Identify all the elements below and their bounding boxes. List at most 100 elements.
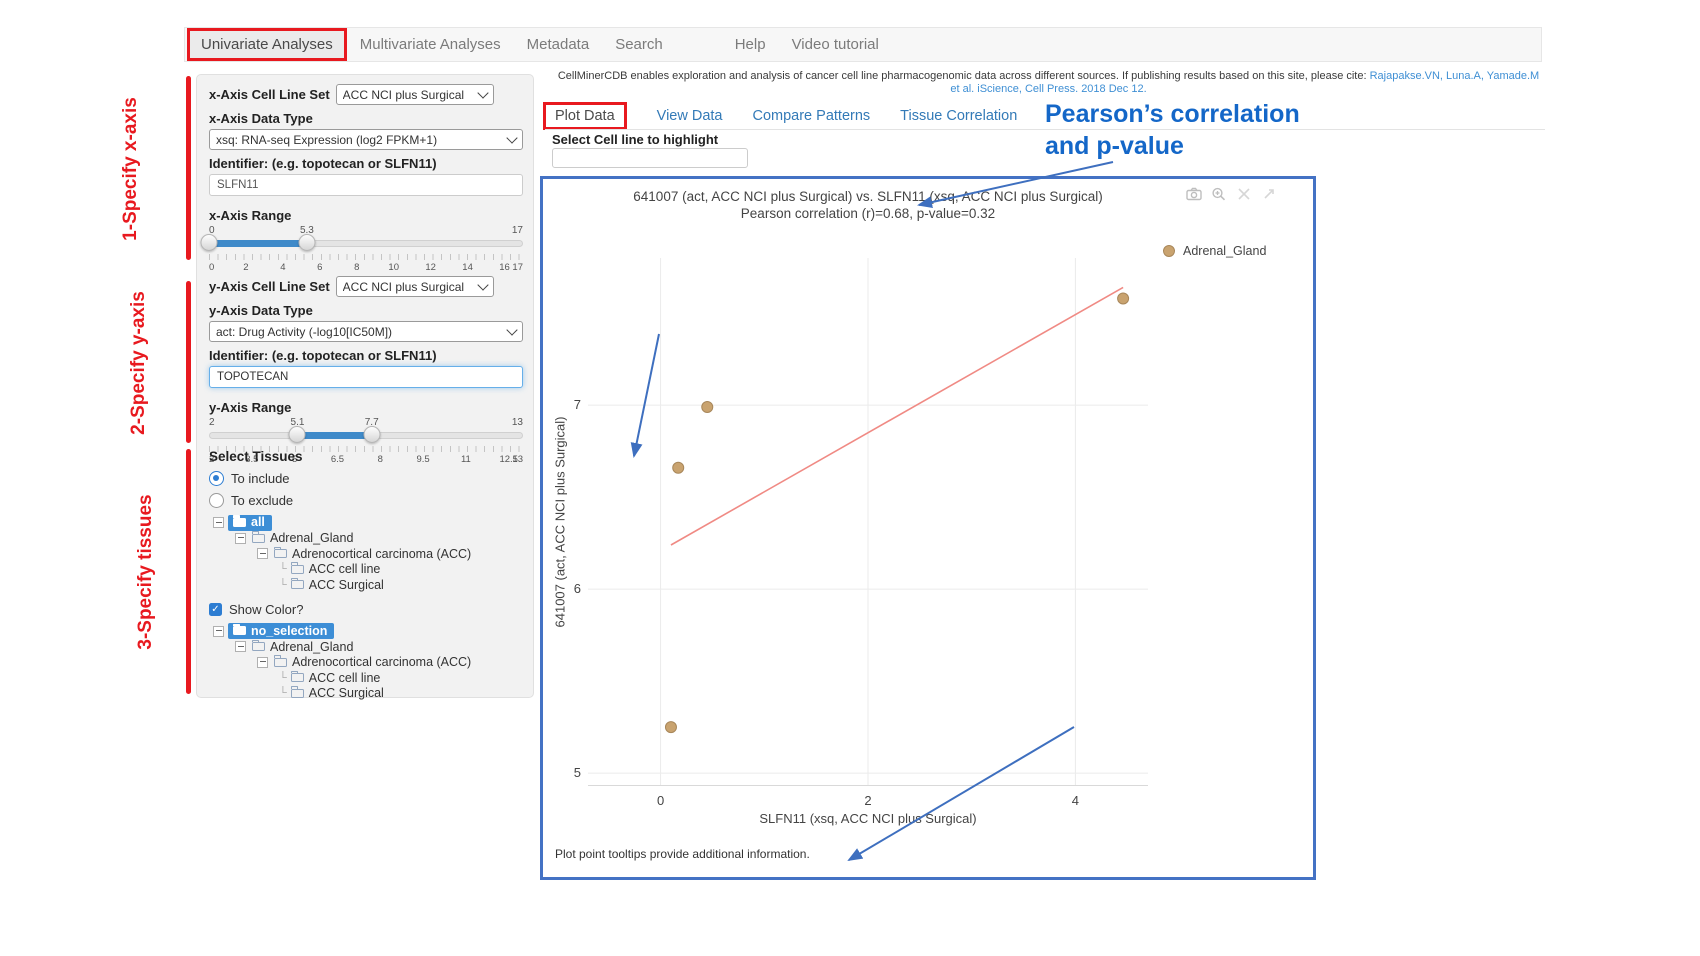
highlight-cell-line-label: Select Cell line to highlight [552,132,718,147]
nav-item-metadata[interactable]: Metadata [514,28,603,61]
folder-icon [291,673,304,682]
citation-link-journal[interactable]: et al. iScience, Cell Press. 2018 Dec 12… [950,83,1146,95]
tree-collapse-icon[interactable] [213,626,224,637]
checkbox-checked-icon: ✓ [209,603,222,616]
x-cell-line-set-label: x-Axis Cell Line Set [209,87,330,102]
y-axis-section: y-Axis Cell Line Set ACC NCI plus Surgic… [209,276,523,465]
nav-item-multivariate-analyses[interactable]: Multivariate Analyses [347,28,514,61]
tree-node-adrenal-gland[interactable]: Adrenal_Gland [209,531,523,547]
tree-collapse-icon[interactable] [235,641,246,652]
y-data-type-label: y-Axis Data Type [209,303,523,318]
pan-cross-icon[interactable] [1236,187,1252,201]
slider-scale-number: 6 [317,262,322,273]
x-range-slider[interactable]: 1705.3024681012141617 [209,225,523,273]
tree-node-label: all [251,515,265,529]
tabset: Plot DataView DataCompare PatternsTissue… [552,102,1047,130]
tree-node-adrenocortical-carcinoma-acc-[interactable]: Adrenocortical carcinoma (ACC) [209,546,523,562]
radio-to-exclude[interactable]: To exclude [209,493,523,508]
slider-scale-number: 2 [243,262,248,273]
tree-node-no-selection[interactable]: no_selection [209,624,523,640]
plot-title: 641007 (act, ACC NCI plus Surgical) vs. … [588,189,1148,204]
plot-subtitle: Pearson correlation (r)=0.68, p-value=0.… [588,206,1148,221]
camera-icon[interactable] [1186,187,1202,201]
tree-node-acc-cell-line[interactable]: └ACC cell line [209,670,523,686]
tree-collapse-icon[interactable] [213,517,224,528]
tree-node-label: Adrenal_Gland [270,640,353,654]
tree-node-label: ACC Surgical [309,578,384,592]
tissues-section: Select Tissues To include To exclude all… [209,449,523,701]
zoom-icon[interactable] [1211,187,1227,201]
tree-node-label: no_selection [251,624,327,638]
y-identifier-label: Identifier: (e.g. topotecan or SLFN11) [209,348,523,363]
slider-scale-number: 10 [388,262,399,273]
folder-icon [233,518,246,527]
data-point[interactable] [665,722,676,733]
plot-legend[interactable]: Adrenal_Gland [1163,244,1266,258]
scatter-plot[interactable] [588,258,1148,786]
y-data-type-select[interactable]: act: Drug Activity (-log10[IC50M]) [209,321,523,342]
tree-node-acc-surgical[interactable]: └ACC Surgical [209,686,523,702]
x-tick-label: 0 [657,793,664,808]
tree-node-adrenocortical-carcinoma-acc-[interactable]: Adrenocortical carcinoma (ACC) [209,655,523,671]
tree-node-label: Adrenocortical carcinoma (ACC) [292,547,471,561]
radio-to-include[interactable]: To include [209,471,523,486]
citation-link-authors[interactable]: Rajapakse.VN, Luna.A, Yamade.M [1370,70,1540,82]
slider-handle[interactable] [363,426,380,443]
nav-item-video-tutorial[interactable]: Video tutorial [779,28,892,61]
y-cell-line-set-label: y-Axis Cell Line Set [209,279,330,294]
tree-collapse-icon[interactable] [235,533,246,544]
tree-node-acc-surgical[interactable]: └ ACC Surgical [209,577,523,593]
x-data-type-select[interactable]: xsq: RNA-seq Expression (log2 FPKM+1) [209,129,523,150]
tree-node-label: ACC cell line [309,562,381,576]
step2-bracket [186,281,191,443]
nav-item-search[interactable]: Search [602,28,676,61]
tree-node-adrenal-gland[interactable]: Adrenal_Gland [209,639,523,655]
slider-handle[interactable] [201,234,218,251]
tree-node-label: Adrenocortical carcinoma (ACC) [292,655,471,669]
folder-icon [274,658,287,667]
tab-tissue-correlation[interactable]: Tissue Correlation [900,108,1017,124]
tab-view-data[interactable]: View Data [657,108,723,124]
tree-corner-icon: └ [279,672,287,684]
autoscale-icon[interactable] [1261,187,1277,201]
y-range-label: y-Axis Range [209,400,523,415]
y-tick-label: 7 [555,397,581,412]
tree-node-acc-cell-line[interactable]: └ACC cell line [209,562,523,578]
x-cell-line-set-select[interactable]: ACC NCI plus Surgical [336,84,494,105]
nav-item-help[interactable]: Help [722,28,779,61]
legend-label: Adrenal_Gland [1183,244,1266,258]
data-point[interactable] [673,462,684,473]
step2-label: 2-Specify y-axis [128,263,150,463]
x-data-type-value: xsq: RNA-seq Expression (log2 FPKM+1) [216,133,437,147]
show-color-checkbox[interactable]: ✓ Show Color? [209,602,523,617]
tab-plot-data[interactable]: Plot Data [543,102,627,130]
data-point[interactable] [702,402,713,413]
nav-item-univariate-analyses[interactable]: Univariate Analyses [187,28,347,61]
tree-collapse-icon[interactable] [257,548,268,559]
x-identifier-input[interactable] [209,174,523,196]
y-cell-line-set-select[interactable]: ACC NCI plus Surgical [336,276,494,297]
y-identifier-input[interactable] [209,366,523,388]
folder-icon [252,534,265,543]
slider-max-label: 13 [512,417,523,428]
folder-icon [291,580,304,589]
tree-node-label: Adrenal_Gland [270,531,353,545]
step1-label: 1-Specify x-axis [120,69,142,269]
highlight-cell-line-input[interactable] [552,148,748,168]
citation: CellMinerCDB enables exploration and ana… [556,70,1541,96]
tree-node-all[interactable]: all [209,515,523,531]
annotation-pearson-line2: and p-value [1045,130,1300,162]
slider-handle[interactable] [298,234,315,251]
tab-compare-patterns[interactable]: Compare Patterns [752,108,870,124]
slider-handle[interactable] [289,426,306,443]
radio-on-icon [209,471,224,486]
data-point[interactable] [1118,293,1129,304]
tree-corner-icon: └ [279,579,287,591]
slider-scale-number: 0 [209,262,214,273]
slider-scale-number: 8 [354,262,359,273]
plotly-modebar [1186,187,1277,201]
y-data-type-value: act: Drug Activity (-log10[IC50M]) [216,325,392,339]
tree-collapse-icon[interactable] [257,657,268,668]
radio-off-icon [209,493,224,508]
step3-label: 3-Specify tissues [135,472,157,672]
